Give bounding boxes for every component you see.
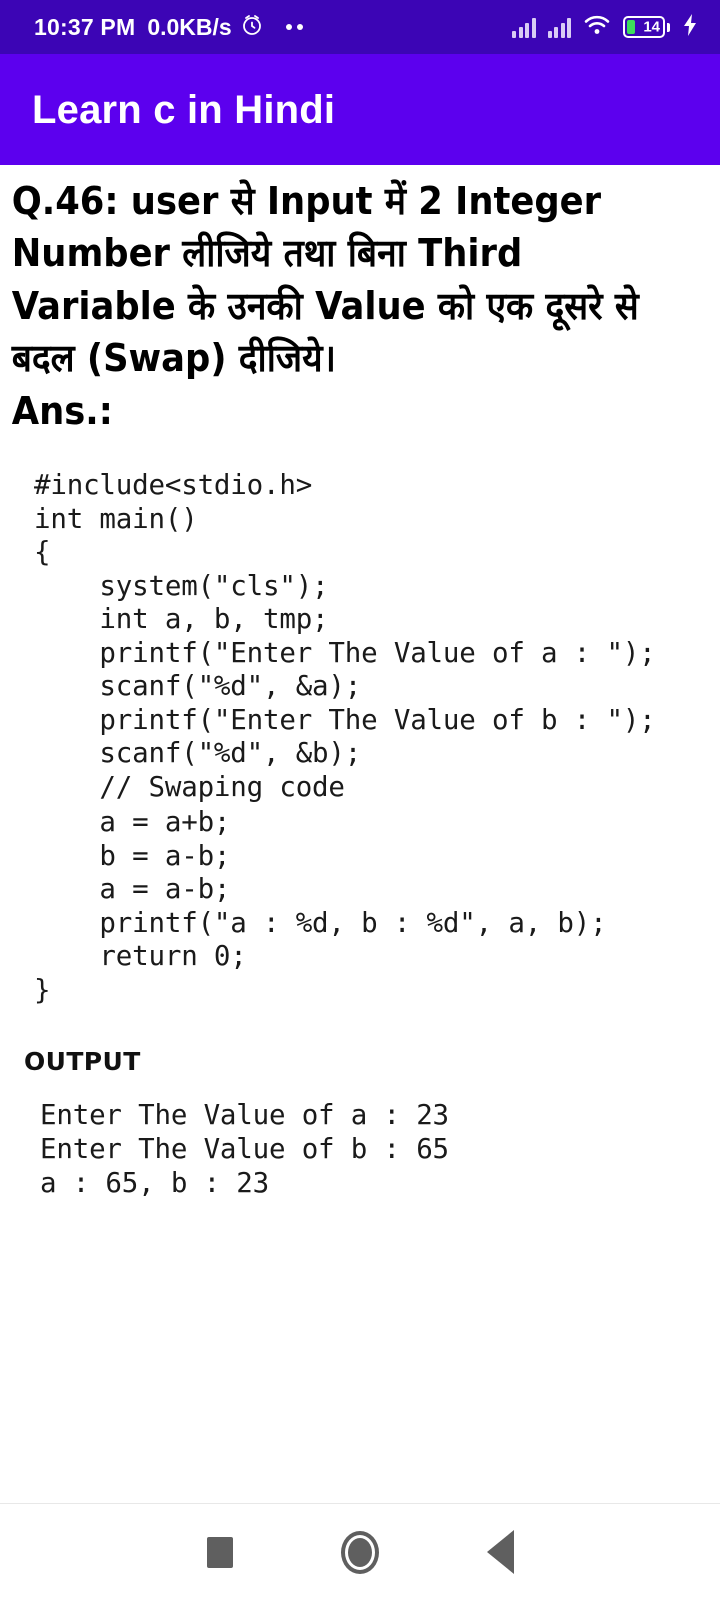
back-button[interactable]	[430, 1504, 570, 1600]
status-bar-left: 10:37 PM 0.0KB/s	[34, 13, 303, 42]
charging-bolt-icon	[682, 13, 698, 42]
output-console-text: Enter The Value of a : 23 Enter The Valu…	[40, 1099, 449, 1200]
question-text: Q.46: user से Input में 2 Integer Number…	[11, 179, 652, 381]
circle-home-icon	[341, 1530, 379, 1574]
alarm-clock-icon	[240, 13, 264, 42]
app-title: Learn c in Hindi	[32, 87, 336, 132]
battery-icon: 14	[623, 16, 670, 38]
square-recents-icon	[207, 1536, 233, 1568]
code-block: #include<stdio.h> int main() { system("c…	[8, 469, 712, 1007]
answer-label: Ans.:	[11, 388, 113, 433]
wifi-icon	[583, 14, 611, 41]
battery-level-text: 14	[643, 18, 660, 36]
output-label: OUTPUT	[24, 1047, 141, 1077]
signal-bars-icon	[512, 16, 536, 38]
status-bar: 10:37 PM 0.0KB/s 14	[0, 0, 720, 54]
android-nav-bar	[0, 1503, 720, 1600]
triangle-back-icon	[486, 1530, 514, 1574]
code-text-part2: a = a+b; b = a-b; a = a-b; printf("a : %…	[34, 806, 607, 1006]
app-bar: Learn c in Hindi	[0, 54, 720, 165]
network-speed-indicator: 0.0KB/s	[147, 13, 232, 40]
status-bar-right: 14	[512, 13, 698, 42]
status-clock: 10:37 PM	[34, 13, 136, 40]
notification-dots-icon	[285, 24, 303, 30]
signal-bars-icon-sim2	[547, 16, 571, 38]
recents-button[interactable]	[150, 1504, 290, 1600]
lesson-content: Q.46: user से Input में 2 Integer Number…	[0, 165, 720, 1503]
code-text-part1: #include<stdio.h> int main() { system("c…	[34, 469, 656, 803]
phone-screen: 10:37 PM 0.0KB/s 14 Learn c in Hindi Q.4…	[0, 0, 720, 1600]
home-button[interactable]	[290, 1504, 430, 1600]
